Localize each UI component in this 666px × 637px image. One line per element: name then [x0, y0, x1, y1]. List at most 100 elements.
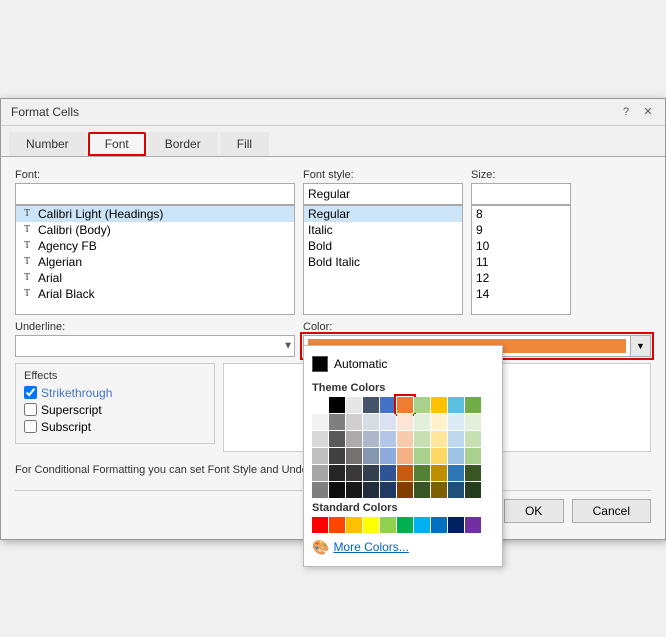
theme-color-0-4[interactable] — [380, 397, 396, 413]
size-list[interactable]: 8 9 10 11 12 14 — [471, 205, 571, 315]
theme-color-0-5[interactable] — [397, 397, 413, 413]
theme-color-4-0[interactable] — [312, 465, 328, 481]
theme-color-2-9[interactable] — [465, 431, 481, 447]
theme-color-5-8[interactable] — [448, 482, 464, 498]
theme-color-4-7[interactable] — [431, 465, 447, 481]
underline-select[interactable] — [15, 335, 295, 357]
theme-color-1-0[interactable] — [312, 414, 328, 430]
theme-color-5-3[interactable] — [363, 482, 379, 498]
superscript-checkbox[interactable] — [24, 403, 37, 416]
font-item-2[interactable]: T Agency FB — [16, 238, 294, 254]
theme-color-5-7[interactable] — [431, 482, 447, 498]
theme-color-3-2[interactable] — [346, 448, 362, 464]
standard-color-7[interactable] — [431, 517, 447, 533]
theme-color-1-7[interactable] — [431, 414, 447, 430]
size-item-2[interactable]: 10 — [472, 238, 570, 254]
theme-color-3-7[interactable] — [431, 448, 447, 464]
size-item-3[interactable]: 11 — [472, 254, 570, 270]
theme-color-1-6[interactable] — [414, 414, 430, 430]
theme-color-4-5[interactable] — [397, 465, 413, 481]
theme-color-3-3[interactable] — [363, 448, 379, 464]
theme-color-1-9[interactable] — [465, 414, 481, 430]
standard-color-6[interactable] — [414, 517, 430, 533]
standard-color-9[interactable] — [465, 517, 481, 533]
theme-color-1-8[interactable] — [448, 414, 464, 430]
theme-color-5-5[interactable] — [397, 482, 413, 498]
theme-color-5-4[interactable] — [380, 482, 396, 498]
theme-color-2-5[interactable] — [397, 431, 413, 447]
style-item-2[interactable]: Bold — [304, 238, 462, 254]
theme-color-5-1[interactable] — [329, 482, 345, 498]
more-colors-row[interactable]: 🎨 More Colors... — [312, 537, 494, 558]
size-input[interactable] — [471, 183, 571, 205]
theme-color-3-9[interactable] — [465, 448, 481, 464]
standard-color-1[interactable] — [329, 517, 345, 533]
theme-color-2-8[interactable] — [448, 431, 464, 447]
theme-color-3-6[interactable] — [414, 448, 430, 464]
theme-color-3-4[interactable] — [380, 448, 396, 464]
standard-color-5[interactable] — [397, 517, 413, 533]
theme-color-3-8[interactable] — [448, 448, 464, 464]
theme-color-4-2[interactable] — [346, 465, 362, 481]
font-item-0[interactable]: T Calibri Light (Headings) — [16, 206, 294, 222]
standard-color-2[interactable] — [346, 517, 362, 533]
theme-color-0-8[interactable] — [448, 397, 464, 413]
theme-color-1-1[interactable] — [329, 414, 345, 430]
font-list[interactable]: T Calibri Light (Headings) T Calibri (Bo… — [15, 205, 295, 315]
font-input[interactable] — [15, 183, 295, 205]
style-item-3[interactable]: Bold Italic — [304, 254, 462, 270]
size-item-1[interactable]: 9 — [472, 222, 570, 238]
theme-color-4-6[interactable] — [414, 465, 430, 481]
theme-color-5-2[interactable] — [346, 482, 362, 498]
font-item-4[interactable]: T Arial — [16, 270, 294, 286]
theme-color-5-0[interactable] — [312, 482, 328, 498]
theme-color-2-1[interactable] — [329, 431, 345, 447]
size-item-0[interactable]: 8 — [472, 206, 570, 222]
theme-color-5-6[interactable] — [414, 482, 430, 498]
color-dropdown-button[interactable]: ▼ — [631, 335, 651, 357]
theme-color-1-2[interactable] — [346, 414, 362, 430]
standard-color-4[interactable] — [380, 517, 396, 533]
theme-color-5-9[interactable] — [465, 482, 481, 498]
theme-color-0-7[interactable] — [431, 397, 447, 413]
theme-color-0-3[interactable] — [363, 397, 379, 413]
theme-color-0-9[interactable] — [465, 397, 481, 413]
tab-fill[interactable]: Fill — [220, 132, 269, 156]
tab-border[interactable]: Border — [148, 132, 218, 156]
automatic-row[interactable]: Automatic — [312, 354, 494, 378]
tab-font[interactable]: Font — [88, 132, 146, 156]
style-item-1[interactable]: Italic — [304, 222, 462, 238]
style-item-0[interactable]: Regular — [304, 206, 462, 222]
font-style-list[interactable]: Regular Italic Bold Bold Italic — [303, 205, 463, 315]
theme-color-2-3[interactable] — [363, 431, 379, 447]
theme-color-0-2[interactable] — [346, 397, 362, 413]
theme-color-4-9[interactable] — [465, 465, 481, 481]
theme-color-2-4[interactable] — [380, 431, 396, 447]
theme-color-0-1[interactable] — [329, 397, 345, 413]
font-item-5[interactable]: T Arial Black — [16, 286, 294, 302]
theme-color-1-3[interactable] — [363, 414, 379, 430]
ok-button[interactable]: OK — [504, 499, 564, 523]
theme-color-4-1[interactable] — [329, 465, 345, 481]
theme-color-1-5[interactable] — [397, 414, 413, 430]
theme-color-2-2[interactable] — [346, 431, 362, 447]
font-item-3[interactable]: T Algerian — [16, 254, 294, 270]
theme-color-4-4[interactable] — [380, 465, 396, 481]
size-item-5[interactable]: 14 — [472, 286, 570, 302]
cancel-button[interactable]: Cancel — [572, 499, 651, 523]
standard-color-3[interactable] — [363, 517, 379, 533]
font-item-1[interactable]: T Calibri (Body) — [16, 222, 294, 238]
font-style-input[interactable] — [303, 183, 463, 205]
tab-number[interactable]: Number — [9, 132, 86, 156]
theme-color-4-3[interactable] — [363, 465, 379, 481]
theme-color-0-0[interactable] — [312, 397, 328, 413]
subscript-checkbox[interactable] — [24, 420, 37, 433]
theme-color-3-0[interactable] — [312, 448, 328, 464]
standard-color-0[interactable] — [312, 517, 328, 533]
theme-color-2-0[interactable] — [312, 431, 328, 447]
close-button[interactable]: ✕ — [641, 105, 655, 119]
theme-color-2-7[interactable] — [431, 431, 447, 447]
size-item-4[interactable]: 12 — [472, 270, 570, 286]
theme-color-1-4[interactable] — [380, 414, 396, 430]
theme-color-4-8[interactable] — [448, 465, 464, 481]
